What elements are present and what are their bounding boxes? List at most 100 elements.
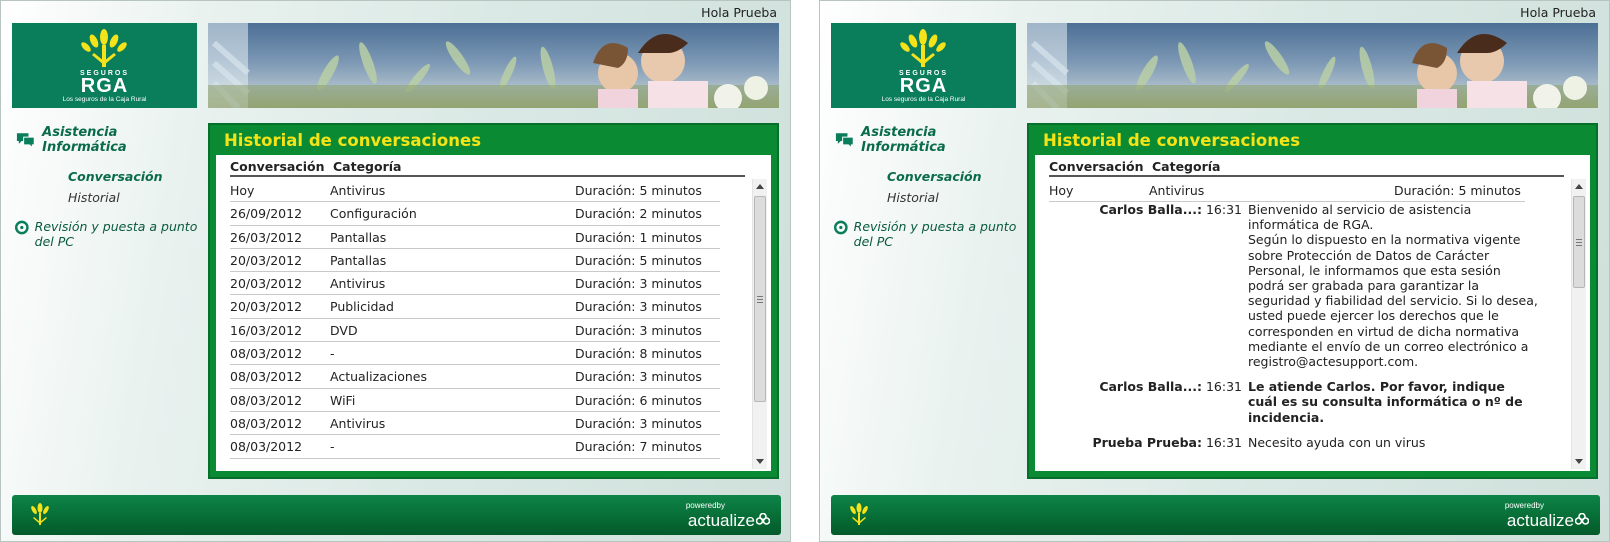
sidebar-section-label: Asistencia Informática [42,125,127,155]
history-row[interactable]: 08/03/2012 Actualizaciones Duración: 3 min… [230,365,720,389]
vendor-logo-text: actualize [1506,511,1574,530]
row-date: 08/03/2012 [230,369,303,385]
message-transcript: Carlos Balla...: 16:31 Bienvenido al serv… [1049,202,1564,469]
row-category: - [330,346,335,362]
history-row[interactable]: 20/03/2012 Pantallas Duración: 5 minutos [230,249,720,273]
row-duration: Duración: 5 minutos [575,252,702,268]
vendor-logo-text: actualize [687,511,755,530]
vertical-scrollbar[interactable] [752,179,767,469]
chat-message: Carlos Balla...: 16:31 Le atiende Carlos.… [1049,379,1564,425]
history-row[interactable]: 08/03/2012 WiFi Duración: 6 minutos [230,389,720,412]
message-author: Prueba Prueba: [1092,434,1202,450]
row-duration: Duración: 3 minutos [575,415,702,431]
message-meta: Prueba Prueba: 16:31 [1049,435,1242,450]
header-banner-image [1027,23,1598,108]
row-category: Antivirus [330,276,386,292]
history-row[interactable]: 08/03/2012 - Duración: 7 minutos [230,435,720,459]
row-date: 20/03/2012 [230,299,303,315]
scroll-down-arrow-icon[interactable] [756,459,764,464]
history-list: Hoy Antivirus Duración: 5 minutos 26/09/201… [230,179,745,469]
selected-conversation-row[interactable]: Hoy Antivirus Duración: 5 minutos [1049,179,1525,203]
row-category: Antivirus [330,183,386,198]
powered-by-label: poweredby [1504,501,1544,510]
column-header-conversation[interactable]: Conversación [1049,159,1144,174]
row-duration: Duración: 6 minutos [575,392,702,408]
greeting-text: Hola Prueba [1520,5,1596,20]
history-row[interactable]: 20/03/2012 Antivirus Duración: 3 minutos [230,272,720,296]
sidebar-item-revision-label: Revisión y puesta a punto del PC [853,219,1017,249]
panel-title: Historial de conversaciones [1043,131,1301,150]
message-author: Carlos Balla...: [1099,202,1202,217]
column-headers: Conversación Categoría [230,159,745,177]
message-meta: Carlos Balla...: 16:31 [1049,202,1242,217]
sidebar-item-revision[interactable]: Revisión y puesta a punto del PC [834,219,1019,249]
wheat-sheaf-icon [900,29,946,67]
history-row[interactable]: 16/03/2012 DVD Duración: 3 minutos [230,319,720,343]
chat-bubbles-icon [16,133,35,149]
lifebuoy-icon [834,220,848,235]
scroll-down-arrow-icon[interactable] [1575,459,1583,464]
scrollbar-thumb[interactable] [754,196,766,402]
scrollbar-thumb[interactable] [1573,196,1585,288]
sidebar-item-revision[interactable]: Revisión y puesta a punto del PC [15,219,200,249]
sidebar-item-revision-label: Revisión y puesta a punto del PC [34,219,198,249]
flower-logo-icon [756,513,770,525]
footer-bar: poweredby actualize [831,495,1600,535]
history-row[interactable]: 08/03/2012 - Duración: 8 minutos [230,342,720,366]
row-duration: Duración: 5 minutos [575,183,702,198]
row-date: 08/03/2012 [230,346,303,362]
chat-message: Carlos Balla...: 16:31 Bienvenido al serv… [1049,202,1564,369]
logo-brand-text: RGA [899,75,948,97]
wheat-sheaf-icon [850,503,868,525]
chat-bubbles-icon [835,133,854,149]
row-category: - [330,439,335,455]
message-time: 16:31 [1205,379,1242,395]
row-category: Antivirus [1149,183,1205,198]
logo-brand-text: RGA [80,75,129,97]
vertical-scrollbar[interactable] [1571,179,1586,469]
row-date: Hoy [230,183,255,198]
row-date: 08/03/2012 [230,439,303,455]
row-date: 08/03/2012 [230,415,303,431]
history-row[interactable]: Hoy Antivirus Duración: 5 minutos [230,179,720,203]
history-row[interactable]: 26/09/2012 Configuración Duración: 2 minut… [230,202,720,226]
message-text: Le atiende Carlos. Por favor, indique cu… [1248,379,1523,425]
conversation-panel: Historial de conversaciones Conversación… [1027,123,1598,479]
message-time: 16:31 [1205,202,1242,217]
footer-bar: poweredby actualize [12,495,781,535]
row-date: 08/03/2012 [230,392,303,408]
sidebar: Asistencia Informática Conversación Hist… [834,125,1019,249]
panel-title: Historial de conversaciones [224,131,482,150]
row-category: WiFi [330,392,356,408]
window-history-list: Hola Prueba SEGUROS RGA Los seguros de l… [0,0,791,542]
scroll-up-arrow-icon[interactable] [1575,184,1583,189]
sidebar-item-historial[interactable]: Historial [887,190,1019,205]
sidebar-section-asistencia[interactable]: Asistencia Informática [15,125,200,155]
history-row[interactable]: 08/03/2012 Antivirus Duración: 3 minutos [230,412,720,436]
row-duration: Duración: 3 minutos [575,322,702,338]
history-row[interactable]: 26/03/2012 Pantallas Duración: 1 minutos [230,226,720,249]
column-header-category[interactable]: Categoría [1152,159,1220,174]
row-category: Pantallas [330,229,387,245]
rga-logo: SEGUROS RGA Los seguros de la Caja Rural [831,23,1016,108]
row-duration: Duración: 8 minutos [575,346,702,362]
row-category: Configuración [330,206,417,222]
sidebar: Asistencia Informática Conversación Hist… [15,125,200,249]
column-header-conversation[interactable]: Conversación [230,159,325,174]
window-conversation-detail: Hola Prueba SEGUROS RGA Los seguros de l… [819,0,1610,542]
sidebar-item-conversacion[interactable]: Conversación [887,169,1019,184]
column-header-category[interactable]: Categoría [333,159,401,174]
sidebar-item-conversacion[interactable]: Conversación [68,169,200,184]
wheat-sheaf-icon [81,29,127,67]
row-category: DVD [330,322,358,338]
row-date: 20/03/2012 [230,252,303,268]
sidebar-item-historial[interactable]: Historial [68,190,200,205]
conversation-container: Conversación Categoría Hoy Antivirus Dur… [1035,155,1590,471]
row-duration: Duración: 2 minutos [575,206,702,222]
row-duration: Duración: 3 minutos [575,369,702,385]
message-meta: Carlos Balla...: 16:31 [1049,379,1242,394]
scroll-up-arrow-icon[interactable] [756,184,764,189]
logo-tagline: Los seguros de la Caja Rural [881,96,966,103]
history-row[interactable]: 20/03/2012 Publicidad Duración: 3 minutos [230,295,720,319]
sidebar-section-asistencia[interactable]: Asistencia Informática [834,125,1019,155]
